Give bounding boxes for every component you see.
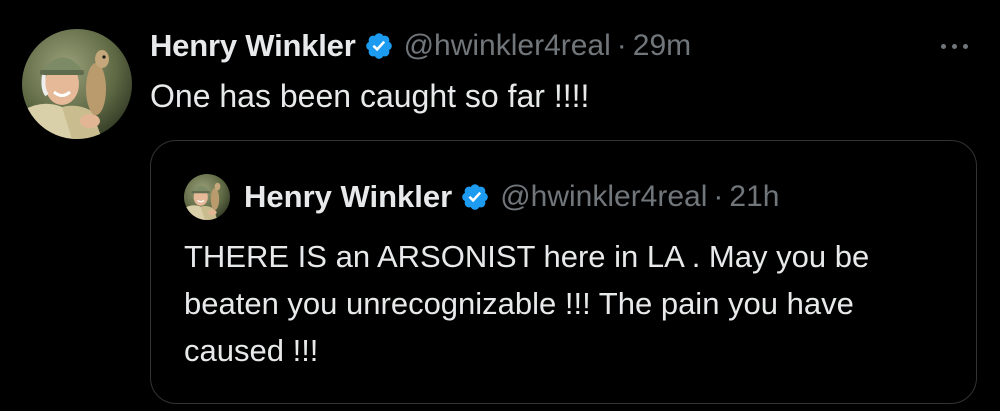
author-avatar[interactable] (22, 29, 132, 139)
tweet-header: Henry Winkler @hwinkler4real · 29m (150, 26, 691, 66)
author-name[interactable]: Henry Winkler (150, 28, 356, 64)
separator-dot: · (616, 29, 627, 62)
quoted-tweet-timestamp: 21h (729, 180, 780, 213)
quoted-tweet-header: Henry Winkler @hwinkler4real · 21h (184, 174, 780, 220)
avatar-photo-icon (22, 29, 132, 139)
verified-badge-icon (460, 182, 490, 212)
quoted-tweet-text: THERE IS an ARSONIST here in LA . May yo… (184, 239, 870, 368)
more-dot (962, 43, 968, 49)
author-handle[interactable]: @hwinkler4real (404, 29, 611, 63)
tweet[interactable]: Henry Winkler @hwinkler4real · 29m One h… (0, 0, 1000, 411)
quoted-author-avatar (184, 174, 230, 220)
quoted-author-handle: @hwinkler4real (500, 180, 708, 213)
more-dot (951, 43, 957, 49)
separator-dot: · (713, 180, 724, 213)
tweet-timestamp[interactable]: 29m (633, 29, 691, 63)
tweet-text: One has been caught so far !!!! (150, 78, 590, 114)
verified-badge-icon[interactable] (364, 31, 394, 61)
more-dot (940, 43, 946, 49)
quoted-author-name: Henry Winkler (244, 179, 453, 214)
more-dots-icon[interactable] (932, 28, 976, 64)
quoted-tweet-card[interactable]: Henry Winkler @hwinkler4real · 21h THERE… (150, 140, 977, 404)
avatar-photo-icon (184, 174, 230, 220)
